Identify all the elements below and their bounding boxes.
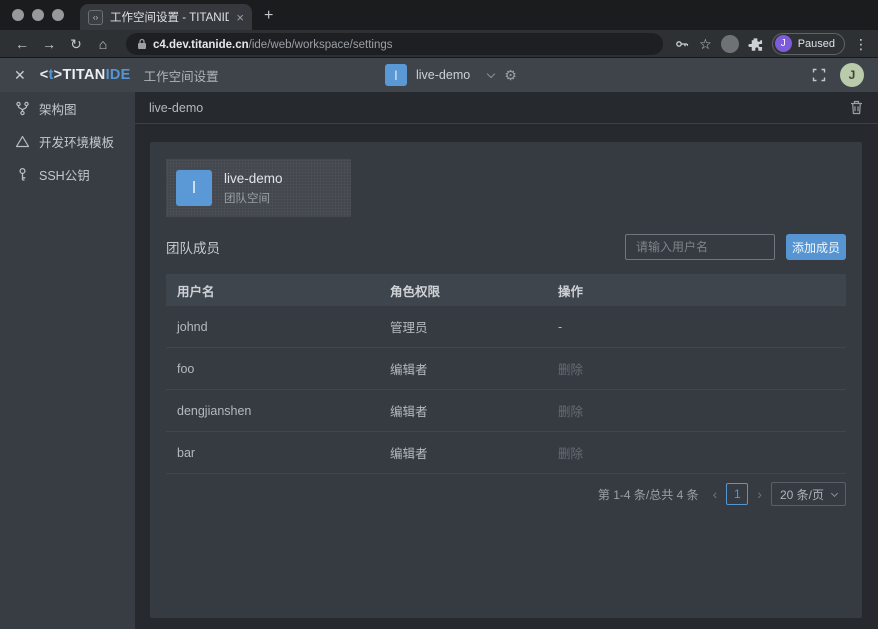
add-member-button[interactable]: 添加成员 (786, 234, 846, 260)
cell-username: foo (166, 362, 379, 376)
select-caret-icon (831, 489, 838, 496)
browser-tab-active[interactable]: ‹› 工作空间设置 - TITANIDE × (80, 4, 252, 30)
table-row: dengjianshen 编辑者 删除 (166, 390, 846, 432)
sidebar: 架构图 开发环境模板 SSH公钥 (0, 92, 135, 629)
window-close-icon[interactable] (12, 9, 24, 21)
browser-menu-icon[interactable]: ⋮ (854, 37, 868, 51)
url-path: /ide/web/workspace/settings (249, 39, 393, 51)
bookmark-star-icon[interactable]: ☆ (699, 37, 712, 51)
table-row: johnd 管理员 - (166, 306, 846, 348)
delete-member-link[interactable]: 删除 (547, 443, 846, 462)
url-text: c4.dev.titanide.cn/ide/web/workspace/set… (153, 35, 392, 53)
browser-profile-button[interactable]: J Paused (772, 33, 845, 55)
cell-action-none: - (547, 320, 846, 334)
browser-tabstrip: ‹› 工作空间设置 - TITANIDE × + (0, 0, 878, 30)
password-key-icon[interactable] (674, 36, 690, 52)
address-bar[interactable]: c4.dev.titanide.cn/ide/web/workspace/set… (126, 33, 663, 55)
tab-close-icon[interactable]: × (236, 11, 244, 24)
column-header-actions: 操作 (547, 281, 846, 300)
app-logo[interactable]: <t>TITANIDE (40, 67, 131, 83)
page-size-value: 20 条/页 (780, 486, 824, 503)
prev-page-icon[interactable]: ‹ (713, 487, 718, 501)
extension-avatar-icon[interactable] (721, 35, 739, 53)
gear-icon[interactable]: ⚙ (504, 68, 517, 82)
workspace-card-type: 团队空间 (224, 190, 283, 206)
settings-panel: l live-demo 团队空间 团队成员 添加成员 用户名 角色权限 操作 (150, 142, 862, 618)
home-icon[interactable]: ⌂ (91, 37, 115, 51)
tab-favicon-icon: ‹› (88, 10, 103, 25)
pagination-summary: 第 1-4 条/总共 4 条 (598, 486, 699, 503)
browser-toolbar: ← → ↻ ⌂ c4.dev.titanide.cn/ide/web/works… (0, 30, 878, 58)
cell-username: dengjianshen (166, 404, 379, 418)
next-page-icon[interactable]: › (757, 487, 762, 501)
extensions-puzzle-icon[interactable] (748, 36, 763, 51)
workspace-card-avatar: l (176, 170, 212, 206)
new-tab-button[interactable]: + (264, 7, 273, 25)
column-header-username: 用户名 (166, 281, 379, 300)
fork-icon (15, 101, 30, 116)
back-icon[interactable]: ← (10, 37, 34, 51)
workspace-switcher[interactable]: l live-demo ⚙ (385, 58, 517, 92)
workspace-avatar: l (385, 64, 407, 86)
sidebar-item-label: SSH公钥 (39, 165, 90, 184)
page-size-select[interactable]: 20 条/页 (771, 482, 846, 506)
chevron-down-icon[interactable] (487, 70, 495, 78)
workspace-name: live-demo (416, 68, 470, 82)
logo-main: TITAN (62, 67, 105, 83)
main-content: live-demo l live-demo 团队空间 团队成员 添加成员 (135, 92, 878, 629)
traffic-lights (12, 0, 64, 30)
cell-role: 编辑者 (379, 359, 547, 378)
username-input[interactable] (625, 234, 775, 260)
window-minimize-icon[interactable] (32, 9, 44, 21)
cell-role: 编辑者 (379, 401, 547, 420)
lock-icon (137, 38, 147, 50)
profile-status: Paused (798, 38, 835, 50)
cell-username: bar (166, 446, 379, 460)
workspace-card: l live-demo 团队空间 (166, 159, 351, 217)
app-close-icon[interactable]: ✕ (14, 68, 26, 82)
column-header-role: 角色权限 (379, 281, 547, 300)
workspace-card-text: live-demo 团队空间 (224, 171, 283, 206)
breadcrumb: live-demo (149, 101, 850, 115)
window-zoom-icon[interactable] (52, 9, 64, 21)
content-area: l live-demo 团队空间 团队成员 添加成员 用户名 角色权限 操作 (135, 124, 878, 629)
user-avatar[interactable]: J (840, 63, 864, 87)
tab-title: 工作空间设置 - TITANIDE (110, 9, 229, 25)
delete-member-link[interactable]: 删除 (547, 359, 846, 378)
header-right: J (811, 63, 864, 87)
sidebar-item-label: 架构图 (39, 99, 77, 118)
sidebar-item-label: 开发环境模板 (39, 132, 114, 151)
app-header: ✕ <t>TITANIDE 工作空间设置 l live-demo ⚙ J (0, 58, 878, 92)
forward-icon[interactable]: → (37, 37, 61, 51)
breadcrumb-bar: live-demo (135, 92, 878, 124)
members-section-header: 团队成员 添加成员 (166, 233, 846, 261)
sidebar-item-dev-template[interactable]: 开发环境模板 (0, 131, 135, 152)
table-row: foo 编辑者 删除 (166, 348, 846, 390)
table-row: bar 编辑者 删除 (166, 432, 846, 474)
logo-bracket-open: < (40, 67, 49, 83)
table-header-row: 用户名 角色权限 操作 (166, 274, 846, 306)
fullscreen-icon[interactable] (811, 67, 827, 83)
profile-avatar: J (775, 35, 792, 52)
current-page-button[interactable]: 1 (726, 483, 748, 505)
url-domain: c4.dev.titanide.cn (153, 39, 249, 51)
app-body: 架构图 开发环境模板 SSH公钥 live-demo l live-demo 团… (0, 92, 878, 629)
page-title: 工作空间设置 (144, 66, 219, 85)
sidebar-item-architecture[interactable]: 架构图 (0, 98, 135, 119)
cell-role: 管理员 (379, 317, 547, 336)
reload-icon[interactable]: ↻ (64, 37, 88, 51)
toolbar-right: ☆ J Paused ⋮ (674, 33, 868, 55)
workspace-card-name: live-demo (224, 171, 283, 186)
key-icon (15, 167, 30, 182)
triangle-icon (15, 134, 30, 149)
logo-accent: IDE (106, 67, 131, 83)
trash-icon[interactable] (850, 100, 863, 115)
delete-member-link[interactable]: 删除 (547, 401, 846, 420)
sidebar-item-ssh-key[interactable]: SSH公钥 (0, 164, 135, 185)
pagination: 第 1-4 条/总共 4 条 ‹ 1 › 20 条/页 (166, 482, 846, 506)
cell-role: 编辑者 (379, 443, 547, 462)
members-table: 用户名 角色权限 操作 johnd 管理员 - foo 编辑者 删除 (166, 274, 846, 474)
cell-username: johnd (166, 320, 379, 334)
members-title: 团队成员 (166, 237, 625, 257)
